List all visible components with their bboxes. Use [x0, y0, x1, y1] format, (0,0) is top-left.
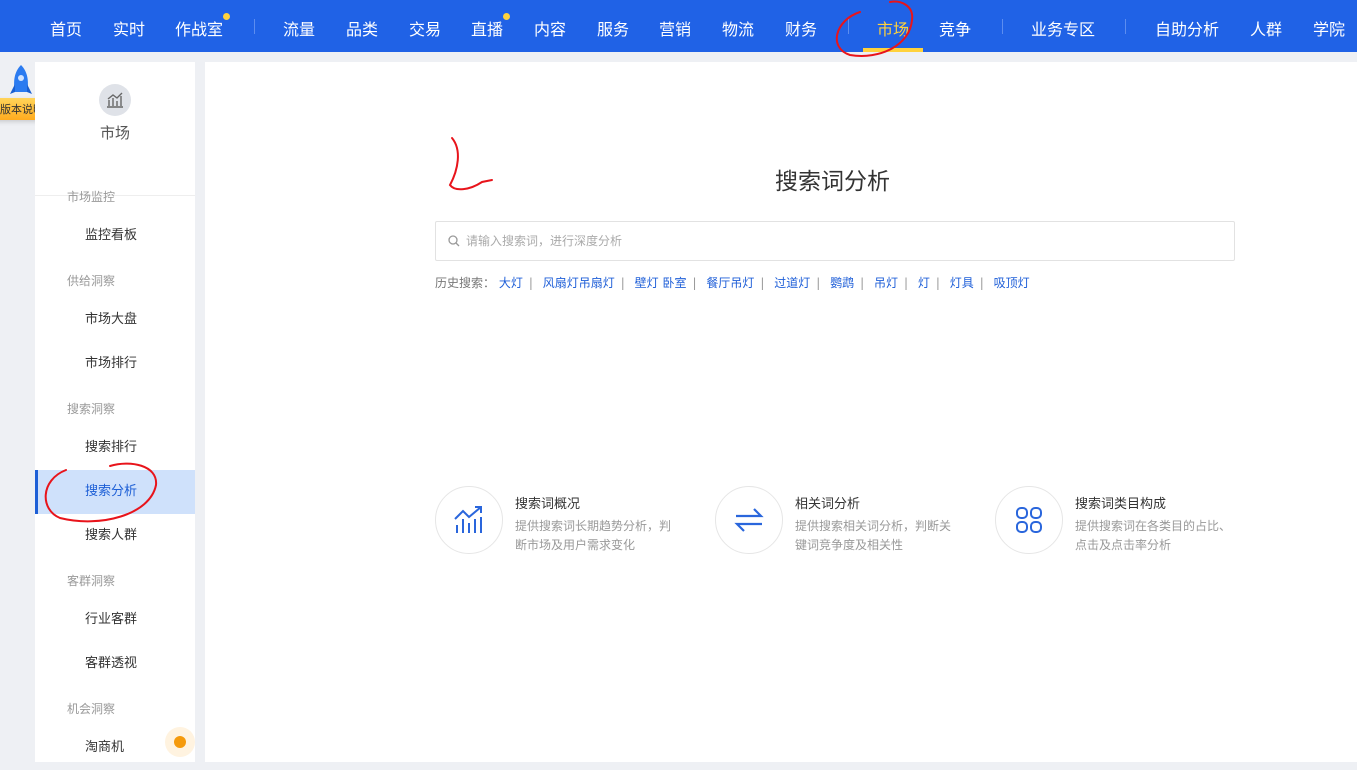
history-link[interactable]: 餐厅吊灯: [706, 276, 754, 290]
sidebar-item-customer-perspective[interactable]: 客群透视: [35, 642, 195, 686]
nav-market[interactable]: 市场: [877, 16, 909, 40]
notification-dot-icon[interactable]: [165, 727, 195, 757]
card-description: 提供搜索相关词分析，判断关键词竞争度及相关性: [795, 517, 960, 555]
history-link[interactable]: 鹦鹉: [830, 276, 854, 290]
history-link[interactable]: 大灯: [499, 276, 523, 290]
nav-business-zone[interactable]: 业务专区: [1031, 16, 1095, 40]
nav-marketing[interactable]: 营销: [659, 16, 691, 40]
history-link[interactable]: 吊灯: [874, 276, 898, 290]
market-chart-icon: [99, 84, 131, 116]
nav-service[interactable]: 服务: [597, 16, 629, 40]
history-link[interactable]: 吸顶灯: [994, 276, 1030, 290]
nav-self-analysis[interactable]: 自助分析: [1155, 16, 1219, 40]
card-category-composition[interactable]: 搜索词类目构成 提供搜索词在各类目的占比、点击及点击率分析: [995, 486, 1255, 556]
swap-arrows-icon: [715, 486, 783, 554]
nav-trade[interactable]: 交易: [409, 16, 441, 40]
group-supply-insight: 供给洞察: [67, 272, 115, 289]
rocket-icon[interactable]: [8, 64, 34, 100]
card-title: 搜索词类目构成: [1075, 493, 1166, 512]
sidebar-item-search-ranking[interactable]: 搜索排行: [35, 426, 195, 470]
card-title: 搜索词概况: [515, 493, 580, 512]
sidebar-item-market-overview[interactable]: 市场大盘: [35, 298, 195, 342]
nav-war-room[interactable]: 作战室: [175, 16, 223, 40]
sidebar: 市场 市场监控 监控看板 供给洞察 市场大盘 市场排行 搜索洞察 搜索排行 搜索…: [35, 62, 195, 762]
search-icon: [448, 235, 460, 247]
history-link[interactable]: 过道灯: [774, 276, 810, 290]
sidebar-title: 市场: [35, 122, 195, 143]
nav-crowd[interactable]: 人群: [1250, 16, 1282, 40]
main-content: 搜索词分析 历史搜索： 大灯| 风扇灯吊扇灯| 壁灯 卧室| 餐厅吊灯| 过道灯…: [205, 62, 1357, 762]
card-description: 提供搜索词长期趋势分析，判断市场及用户需求变化: [515, 517, 680, 555]
new-dot-icon: [223, 13, 230, 20]
sidebar-item-search-analysis[interactable]: 搜索分析: [35, 470, 195, 514]
nav-divider: [254, 19, 255, 34]
group-opportunity-insight: 机会洞察: [67, 700, 115, 717]
nav-label: 直播: [471, 20, 503, 39]
sidebar-item-monitor-board[interactable]: 监控看板: [35, 214, 195, 258]
history-link[interactable]: 灯具: [950, 276, 974, 290]
nav-academy[interactable]: 学院: [1313, 16, 1345, 40]
nav-divider: [848, 19, 849, 34]
nav-live[interactable]: 直播: [471, 16, 503, 40]
group-search-insight: 搜索洞察: [67, 400, 115, 417]
card-title: 相关词分析: [795, 493, 860, 512]
history-label: 历史搜索：: [435, 276, 495, 290]
group-customer-insight: 客群洞察: [67, 572, 115, 589]
nav-content[interactable]: 内容: [534, 16, 566, 40]
sidebar-item-search-crowd[interactable]: 搜索人群: [35, 514, 195, 558]
card-description: 提供搜索词在各类目的占比、点击及点击率分析: [1075, 517, 1240, 555]
history-link[interactable]: 灯: [918, 276, 930, 290]
card-search-overview[interactable]: 搜索词概况 提供搜索词长期趋势分析，判断市场及用户需求变化: [435, 486, 695, 556]
new-dot-icon: [503, 13, 510, 20]
search-input[interactable]: [466, 234, 1166, 248]
nav-home[interactable]: 首页: [50, 16, 82, 40]
nav-label: 作战室: [175, 20, 223, 39]
nav-category[interactable]: 品类: [346, 16, 378, 40]
top-nav-bar: 首页 实时 作战室 流量 品类 交易 直播 内容 服务 营销 物流 财务 市场 …: [0, 0, 1357, 52]
search-history: 历史搜索： 大灯| 风扇灯吊扇灯| 壁灯 卧室| 餐厅吊灯| 过道灯| 鹦鹉| …: [435, 274, 1030, 291]
trend-chart-icon: [435, 486, 503, 554]
sidebar-item-market-ranking[interactable]: 市场排行: [35, 342, 195, 386]
nav-divider: [1002, 19, 1003, 34]
history-link[interactable]: 壁灯 卧室: [635, 276, 687, 290]
sidebar-item-industry-customers[interactable]: 行业客群: [35, 598, 195, 642]
page-title: 搜索词分析: [775, 162, 890, 196]
nav-divider: [1125, 19, 1126, 34]
history-link[interactable]: 风扇灯吊扇灯: [543, 276, 615, 290]
nav-competition[interactable]: 竞争: [939, 16, 971, 40]
nav-logistics[interactable]: 物流: [722, 16, 754, 40]
search-box[interactable]: [435, 221, 1235, 261]
nav-realtime[interactable]: 实时: [113, 16, 145, 40]
grid-icon: [995, 486, 1063, 554]
nav-traffic[interactable]: 流量: [283, 16, 315, 40]
group-market-monitor: 市场监控: [67, 188, 115, 205]
card-related-words[interactable]: 相关词分析 提供搜索相关词分析，判断关键词竞争度及相关性: [715, 486, 975, 556]
nav-finance[interactable]: 财务: [785, 16, 817, 40]
